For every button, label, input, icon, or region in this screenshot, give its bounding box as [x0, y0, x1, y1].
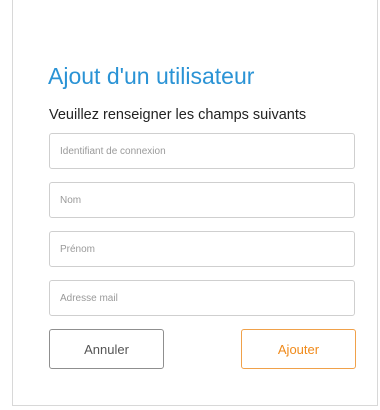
- first-name-input[interactable]: [49, 231, 355, 267]
- login-id-input[interactable]: [49, 133, 355, 169]
- cancel-button[interactable]: Annuler: [49, 329, 164, 369]
- add-user-panel: Ajout d'un utilisateur Veuillez renseign…: [12, 0, 378, 406]
- last-name-input[interactable]: [49, 182, 355, 218]
- form-instructions: Veuillez renseigner les champs suivants: [49, 107, 307, 123]
- email-input[interactable]: [49, 280, 355, 316]
- add-user-button[interactable]: Ajouter: [241, 329, 356, 369]
- page-title: Ajout d'un utilisateur: [48, 63, 255, 89]
